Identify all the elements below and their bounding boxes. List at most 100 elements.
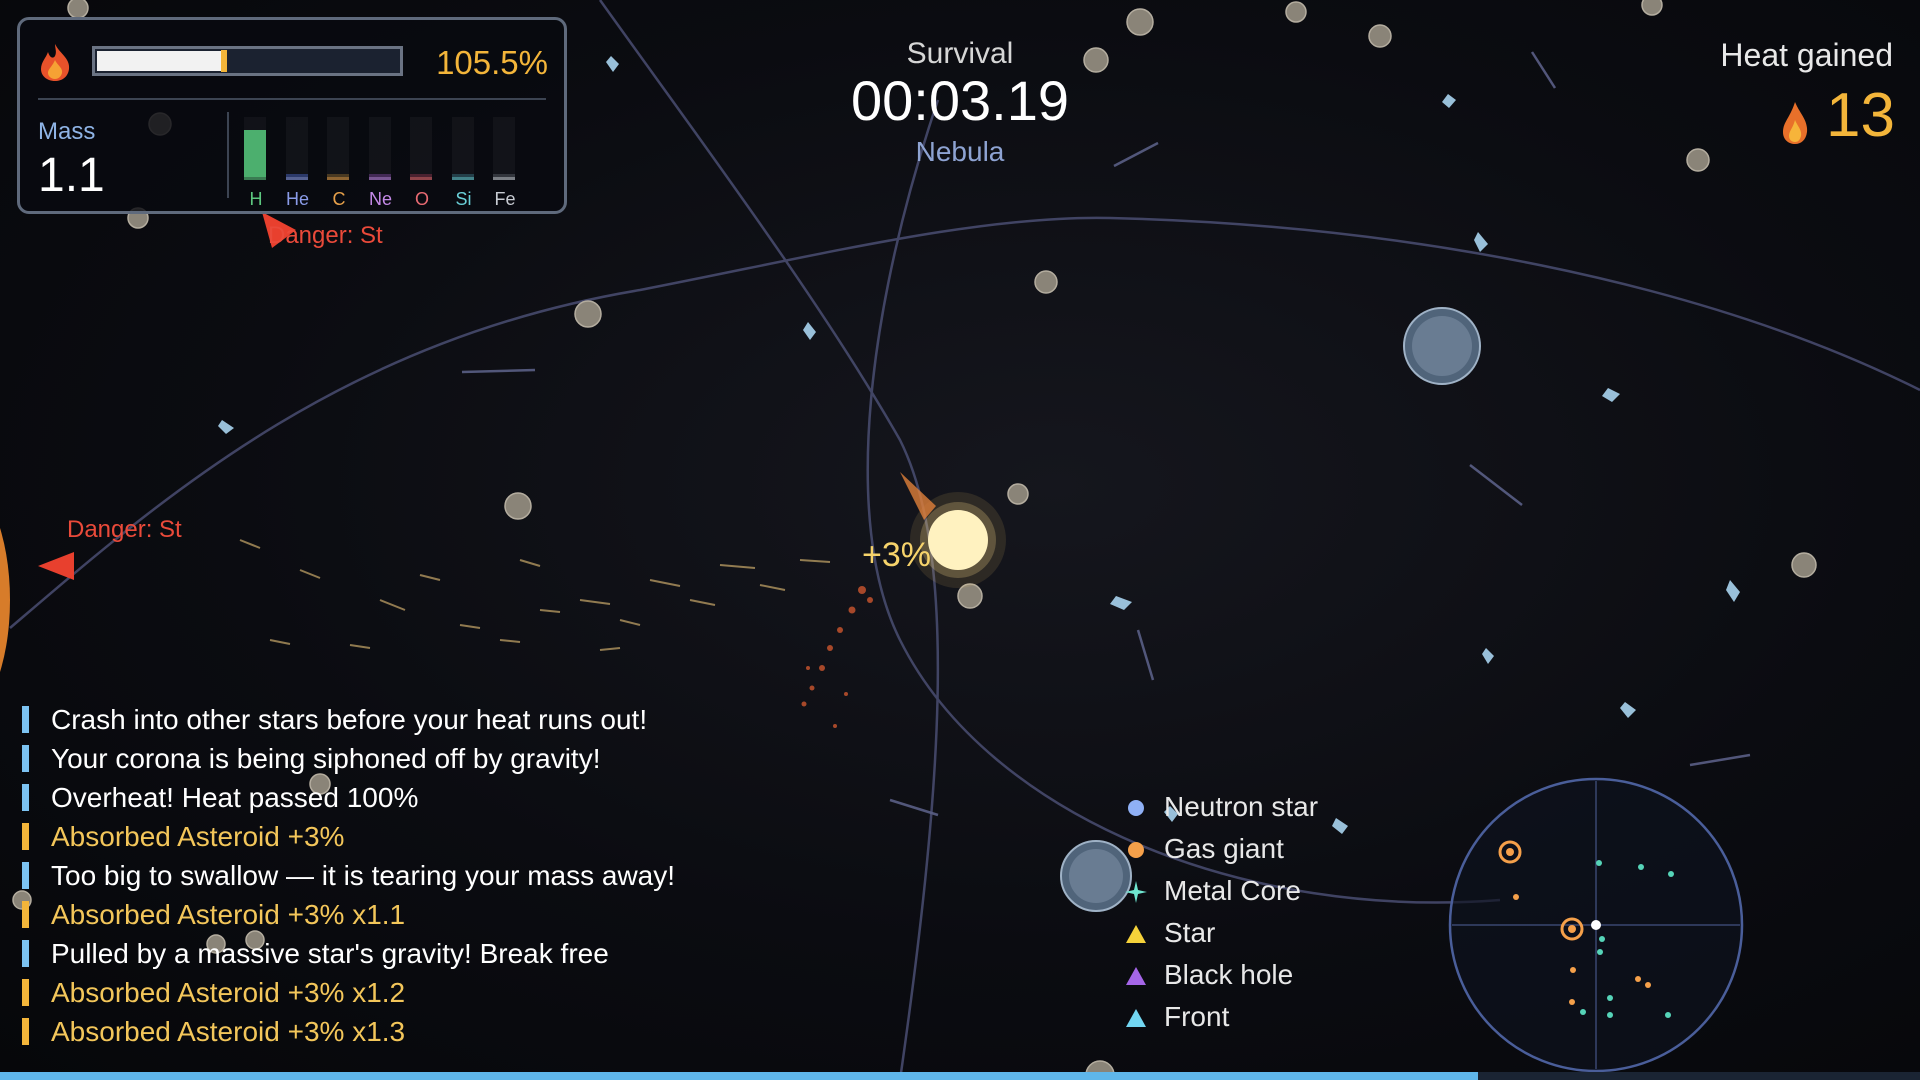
log-text: Pulled by a massive star's gravity! Brea… [51, 938, 609, 969]
element-bar-base [244, 177, 266, 180]
legend-label: Front [1164, 1001, 1230, 1032]
element-bar-track [493, 117, 515, 177]
element-bar-track [410, 117, 432, 177]
panel-divider [38, 98, 546, 100]
progress-bar [0, 1072, 1478, 1080]
log-marker [22, 862, 29, 889]
log-text: Absorbed Asteroid +3% x1.3 [51, 1016, 406, 1047]
element-bar-h: H [244, 117, 268, 209]
legend-item: Black hole [1124, 954, 1318, 996]
element-bar-track [285, 117, 308, 177]
event-log: Crash into other stars before your heat … [22, 700, 675, 1051]
element-label: C [332, 189, 346, 209]
log-text: Absorbed Asteroid +3% [51, 821, 345, 852]
heat-gained-label: Heat gained [1720, 37, 1893, 73]
log-text: Overheat! Heat passed 100% [51, 782, 419, 813]
element-label: O [414, 189, 429, 209]
log-text: Your corona is being siphoned off by gra… [51, 743, 601, 774]
log-marker [22, 745, 29, 772]
element-bar-c: C [327, 117, 351, 209]
element-bar-base [451, 177, 474, 180]
log-line: Absorbed Asteroid +3% x1.3 [22, 1012, 675, 1051]
element-bar-fe: Fe [493, 117, 517, 209]
element-bar-base [493, 177, 515, 180]
log-line: Overheat! Heat passed 100% [22, 778, 675, 817]
mass-value: 1.1 [38, 149, 105, 202]
log-marker [22, 901, 29, 928]
legend-label: Metal Core [1164, 875, 1301, 906]
heat-bar [92, 46, 403, 76]
log-marker [22, 940, 29, 967]
map-legend: Neutron star Gas giant Metal Core Star Black… [1124, 786, 1318, 1038]
gas-giant-edge [0, 528, 10, 672]
log-marker [22, 1018, 29, 1045]
heat-gained-value: 13 [1826, 81, 1895, 150]
element-bar-o: O [410, 117, 434, 209]
danger-warning-top: Danger: St [268, 222, 383, 249]
log-line: Absorbed Asteroid +3% x1.2 [22, 973, 675, 1012]
heat-percent: 105.5% [436, 44, 548, 81]
legend-item: Front [1124, 996, 1318, 1038]
legend-item: Star [1124, 912, 1318, 954]
log-line: Absorbed Asteroid +3% x1.1 [22, 895, 675, 934]
element-bar-track [368, 117, 391, 177]
log-text: Absorbed Asteroid +3% x1.2 [51, 977, 406, 1008]
legend-label: Gas giant [1164, 833, 1284, 864]
element-bar-si: Si [451, 117, 476, 209]
survival-timer: 00:03.19 [851, 69, 1069, 132]
element-label: Ne [368, 189, 392, 209]
element-label: He [285, 189, 309, 209]
legend-label: Star [1164, 917, 1216, 948]
heat-bar-fill [97, 51, 226, 71]
circle-icon [1128, 842, 1144, 858]
triangle-icon [1126, 1009, 1146, 1027]
dust-trail [239, 539, 831, 651]
element-label: H [249, 189, 263, 209]
legend-item: Neutron star [1124, 786, 1318, 828]
status-panel: 105.5% Mass 1.1 H He C Ne O Si Fe [17, 17, 567, 214]
flame-icon [1783, 102, 1808, 144]
heat-bar-marker [221, 50, 227, 72]
fire-icon [41, 44, 70, 81]
biome-label: Nebula [915, 136, 1005, 167]
log-line: Crash into other stars before your heat … [22, 700, 675, 739]
element-label: Si [455, 189, 472, 209]
danger-arrow-left [38, 552, 74, 580]
ember-particles [801, 586, 873, 728]
triangle-icon [1126, 925, 1146, 943]
element-label: Fe [494, 189, 516, 209]
log-text: Absorbed Asteroid +3% x1.1 [51, 899, 406, 930]
pickup-popup: +3% [862, 536, 931, 574]
legend-label: Black hole [1164, 959, 1294, 990]
log-marker [22, 823, 29, 850]
legend-label: Neutron star [1164, 791, 1319, 822]
survival-label: Survival [906, 37, 1014, 70]
legend-item: Metal Core [1124, 870, 1318, 912]
element-bar-track [327, 117, 349, 177]
log-marker [22, 784, 29, 811]
element-bar-fill [244, 130, 266, 177]
element-bar-he: He [285, 117, 310, 209]
danger-warning-left: Danger: St [67, 516, 182, 543]
legend-item: Gas giant [1124, 828, 1318, 870]
element-bar-ne: Ne [368, 117, 393, 209]
sparkle-icon [1125, 881, 1147, 903]
minimap-player [1591, 920, 1601, 930]
log-line: Pulled by a massive star's gravity! Brea… [22, 934, 675, 973]
minimap [1448, 777, 1744, 1073]
log-line: Your corona is being siphoned off by gra… [22, 739, 675, 778]
element-bar-base [410, 177, 432, 180]
mass-label: Mass [38, 118, 96, 145]
log-line: Absorbed Asteroid +3% [22, 817, 675, 856]
element-bar-base [285, 177, 308, 180]
triangle-icon [1126, 967, 1146, 985]
log-marker [22, 979, 29, 1006]
element-bar-base [368, 177, 391, 180]
log-marker [22, 706, 29, 733]
log-text: Too big to swallow — it is tearing your … [51, 860, 676, 891]
element-separator [227, 112, 229, 198]
circle-icon [1128, 800, 1144, 816]
log-line: Too big to swallow — it is tearing your … [22, 856, 675, 895]
log-text: Crash into other stars before your heat … [51, 704, 648, 735]
element-bar-base [327, 177, 349, 180]
